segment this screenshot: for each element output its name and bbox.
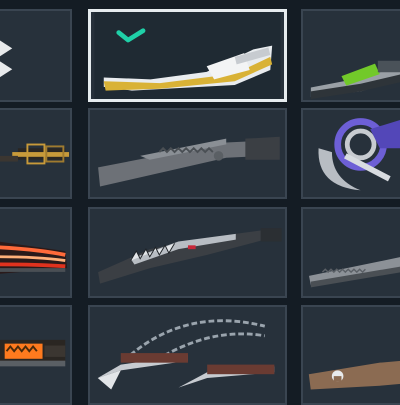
skin-tile-serrated-combat-knife[interactable] — [88, 108, 287, 199]
knife-skin-grid — [0, 0, 400, 405]
skin-tile-red-glow-blade[interactable] — [0, 207, 72, 298]
karambit-icon — [318, 118, 400, 191]
kunai-icon — [97, 319, 275, 390]
skin-tile-green-tech-blade[interactable] — [301, 9, 400, 102]
skin-tile-molten-blade[interactable] — [0, 305, 72, 405]
skin-tile-chevron-emblem[interactable] — [0, 9, 72, 102]
skin-tile-grey-serrated-blade[interactable] — [301, 207, 400, 298]
gold-white-blade-icon — [94, 12, 281, 99]
skin-tile-leather-lock-blade[interactable] — [301, 305, 400, 405]
crimson-serrated-blade-icon — [98, 228, 282, 284]
skin-tile-karambit-purple[interactable] — [301, 108, 400, 199]
skin-tile-gold-frame-blade[interactable] — [0, 108, 72, 199]
green-tech-blade-icon — [310, 60, 400, 100]
molten-blade-icon — [0, 339, 66, 367]
skin-tile-crimson-serrated-blade[interactable] — [88, 207, 287, 298]
chevron-arrows-icon — [0, 40, 13, 78]
gold-frame-blade-icon — [0, 143, 70, 165]
grey-serrated-blade-icon — [308, 257, 400, 288]
red-glow-blade-icon — [0, 241, 68, 274]
skin-tile-chain-kunai[interactable] — [88, 305, 287, 405]
leather-lock-blade-icon — [308, 360, 400, 390]
skin-tile-gold-white-blade[interactable] — [88, 9, 287, 102]
serrated-combat-knife-icon — [98, 136, 280, 187]
